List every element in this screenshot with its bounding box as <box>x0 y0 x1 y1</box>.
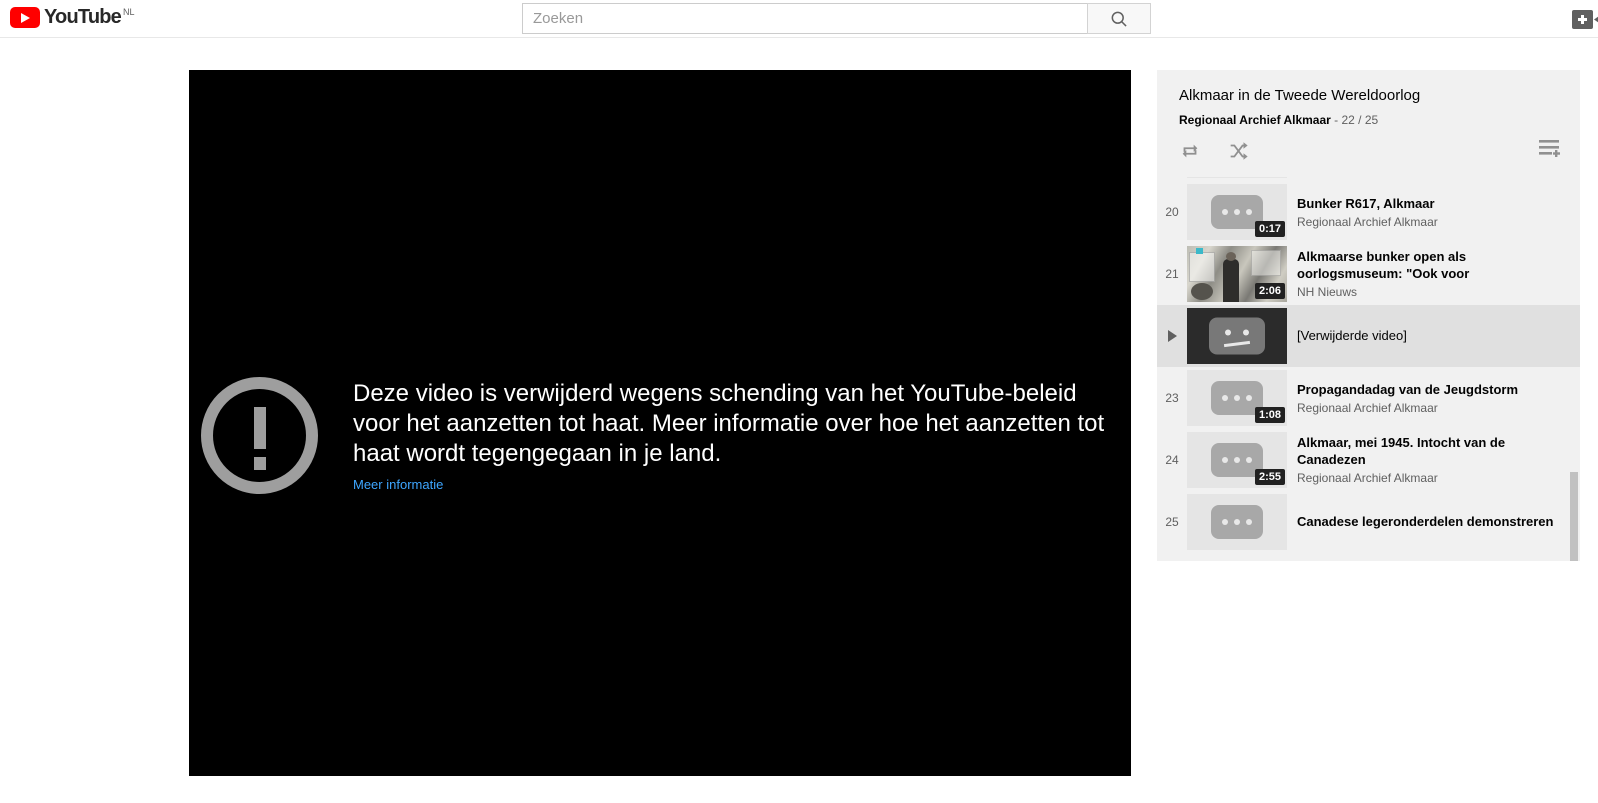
video-error-overlay: Deze video is verwijderd wegens schendin… <box>201 375 1131 494</box>
playlist-item-thumbnail-photo[interactable]: 2:06 <box>1187 246 1287 302</box>
playlist-item-title: Canadese legeronderdelen demonstreren <box>1297 513 1554 529</box>
playlist-item-meta: Propagandadag van de Jeugdstorm Regionaal… <box>1297 381 1580 416</box>
shuffle-button[interactable] <box>1227 140 1249 167</box>
playlist-item-index: 24 <box>1165 453 1179 467</box>
loop-button[interactable] <box>1179 140 1201 167</box>
exclamation-circle-icon <box>201 377 318 494</box>
youtube-logo[interactable]: YouTube NL <box>10 6 135 28</box>
playlist-item-index: 23 <box>1165 391 1179 405</box>
playlist-panel: Alkmaar in de Tweede Wereldoorlog Region… <box>1157 70 1580 561</box>
playlist-item[interactable]: 20 0:17 Bunker R617, Alkmaar Regionaal Arch… <box>1157 181 1580 243</box>
playlist-item-meta: Canadese legeronderdelen demonstreren <box>1297 513 1580 532</box>
playlist-item-title: Propagandadag van de Jeugdstorm <box>1297 381 1519 397</box>
playlist-progress: - 22 / 25 <box>1334 113 1379 127</box>
playlist-item-meta: Bunker R617, Alkmaar Regionaal Archief Al… <box>1297 195 1580 230</box>
playlist-item-index: 20 <box>1165 205 1179 219</box>
deleted-video-face-icon <box>1209 317 1265 355</box>
playlist-item-title: Bunker R617, Alkmaar <box>1297 195 1435 211</box>
playlist-item-thumbnail[interactable]: 1:08 <box>1187 370 1287 426</box>
playlist-item-owner: Regionaal Archief Alkmaar <box>1297 400 1438 415</box>
playlist-item-thumbnail[interactable] <box>1187 494 1287 550</box>
youtube-logo-text: YouTube <box>44 6 122 28</box>
play-triangle-icon <box>1167 330 1177 342</box>
search-button[interactable] <box>1087 3 1151 34</box>
search-icon <box>1111 11 1127 27</box>
shuffle-icon <box>1230 142 1248 160</box>
playlist-item[interactable]: [Verwijderde video] <box>1157 305 1580 367</box>
masthead: YouTube NL <box>0 0 1598 38</box>
playlist-item-thumbnail[interactable]: 1:00 <box>1187 177 1287 178</box>
youtube-country-code: NL <box>122 7 135 17</box>
thumbnail-placeholder-icon <box>1211 505 1263 539</box>
playlist-subtitle: Regionaal Archief Alkmaar - 22 / 25 <box>1179 112 1558 128</box>
youtube-play-icon <box>10 7 40 28</box>
playlist-item-duration: 0:17 <box>1254 221 1285 237</box>
playlist-item-owner: NH Nieuws <box>1297 285 1358 299</box>
playlist-title: Alkmaar in de Tweede Wereldoorlog <box>1179 87 1421 104</box>
search-input[interactable] <box>522 3 1087 34</box>
playlist-item-thumbnail[interactable]: 2:55 <box>1187 432 1287 488</box>
playlist-controls <box>1157 128 1580 177</box>
create-video-button[interactable] <box>1570 8 1598 30</box>
playlist-owner: Regionaal Archief Alkmaar <box>1179 113 1331 127</box>
playlist-item[interactable]: 24 2:55 Alkmaar, mei 1945. Intocht van de … <box>1157 429 1580 491</box>
playlist-item-title: [Verwijderde video] <box>1297 327 1407 343</box>
playlist-item-duration: 1:08 <box>1254 407 1285 423</box>
video-error-message: Deze video is verwijderd wegens schendin… <box>353 380 1105 467</box>
now-playing-indicator <box>1157 330 1187 342</box>
playlist-scrollbar[interactable] <box>1570 472 1578 561</box>
playlist-item-meta: Alkmaar, mei 1945. Intocht van de Canade… <box>1297 434 1580 486</box>
add-to-queue-button[interactable] <box>1538 138 1562 163</box>
create-video-icon <box>1572 9 1598 29</box>
playlist-item-thumbnail[interactable] <box>1187 308 1287 364</box>
search-bar <box>522 3 1151 34</box>
loop-icon <box>1182 144 1198 158</box>
playlist-item[interactable]: 23 1:08 Propagandadag van de Jeugdstorm Reg… <box>1157 367 1580 429</box>
playlist-item-index: 25 <box>1165 515 1179 529</box>
add-to-queue-icon <box>1539 140 1560 157</box>
playlist-item-title: Alkmaar, mei 1945. Intocht van de Canade… <box>1297 435 1506 467</box>
playlist-item-owner: Regionaal Archief Alkmaar <box>1297 471 1438 485</box>
playlist-item-thumbnail[interactable]: 0:17 <box>1187 184 1287 240</box>
playlist-header: Alkmaar in de Tweede Wereldoorlog Region… <box>1157 70 1580 128</box>
video-error-text-column: Deze video is verwijderd wegens schendin… <box>353 375 1113 494</box>
playlist-item-owner: Regionaal Archief Alkmaar <box>1297 214 1438 229</box>
playlist-item-meta: [Verwijderde video] <box>1297 327 1580 346</box>
playlist-items-list: 191:00Regionaal Archief Alkmaar200:17Bun… <box>1157 177 1580 553</box>
playlist-item[interactable]: 25 Canadese legeronderdelen demonstreren <box>1157 491 1580 553</box>
playlist-item[interactable]: 21 2:06 Alkmaarse bunker open als oorlogsm… <box>1157 243 1580 305</box>
video-player[interactable]: Deze video is verwijderd wegens schendin… <box>189 70 1131 776</box>
playlist-items-viewport: 191:00Regionaal Archief Alkmaar200:17Bun… <box>1157 177 1580 561</box>
playlist-item-index: 21 <box>1165 267 1179 281</box>
playlist-item-duration: 2:55 <box>1254 469 1285 485</box>
more-info-link[interactable]: Meer informatie <box>353 477 443 492</box>
playlist-item-meta: Alkmaarse bunker open als oorlogsmuseum:… <box>1297 248 1580 300</box>
playlist-item-title: Alkmaarse bunker open als oorlogsmuseum:… <box>1297 249 1470 281</box>
playlist-item-duration: 2:06 <box>1254 283 1285 299</box>
